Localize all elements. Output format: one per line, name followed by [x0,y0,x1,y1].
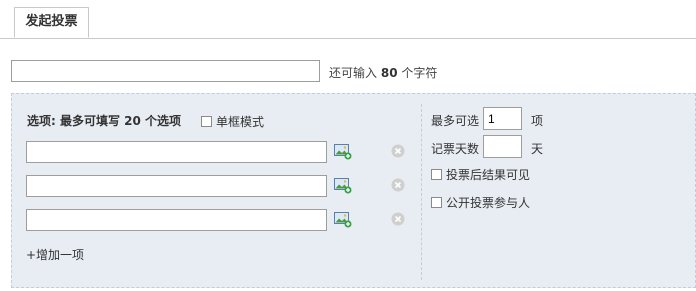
options-panel: 选项: 最多可填写 20 个选项 单框模式 +增加一项 最多可选 1 项 记票天… [11,93,696,288]
subject-input[interactable] [11,60,320,82]
options-heading: 选项: 最多可填写 20 个选项 [27,114,182,128]
add-option-link[interactable]: +增加一项 [26,246,84,263]
single-mode-label: 单框模式 [216,115,265,129]
tab-start-poll[interactable]: 发起投票 [14,7,89,38]
public-voters-label: 公开投票参与人 [446,196,531,210]
tab-bar: 发起投票 [0,0,696,39]
vote-days-input[interactable] [483,135,522,158]
show-result-option[interactable]: 投票后结果可见 [431,166,530,183]
single-mode-option[interactable]: 单框模式 [201,113,264,130]
public-voters-checkbox[interactable] [431,197,442,208]
image-upload-icon[interactable] [334,212,352,228]
max-select-input[interactable] [483,107,522,130]
panel-divider [421,104,422,280]
vote-days-label: 记票天数 [431,142,480,156]
delete-circle-icon[interactable] [391,144,405,158]
option-input-2[interactable] [26,175,327,197]
option-input-3[interactable] [26,209,327,231]
max-select-row: 最多可选 项 [431,107,543,130]
option-input-1[interactable] [26,141,327,163]
single-mode-checkbox[interactable] [201,116,212,127]
char-hint-suffix: 个字符 [401,66,438,80]
char-count-hint: 还可输入 80 个字符 [329,64,437,81]
public-voters-option[interactable]: 公开投票参与人 [431,194,530,211]
delete-circle-icon[interactable] [391,178,405,192]
show-result-checkbox[interactable] [431,169,442,180]
vote-days-unit: 天 [531,142,544,156]
image-upload-icon[interactable] [334,144,352,160]
char-hint-prefix: 还可输入 [329,66,378,80]
char-remaining-count: 80 [380,66,398,80]
max-select-label: 最多可选 [431,114,480,128]
vote-days-row: 记票天数 天 [431,135,543,158]
max-select-unit: 项 [531,114,544,128]
image-upload-icon[interactable] [334,178,352,194]
show-result-label: 投票后结果可见 [446,168,531,182]
delete-circle-icon[interactable] [391,212,405,226]
